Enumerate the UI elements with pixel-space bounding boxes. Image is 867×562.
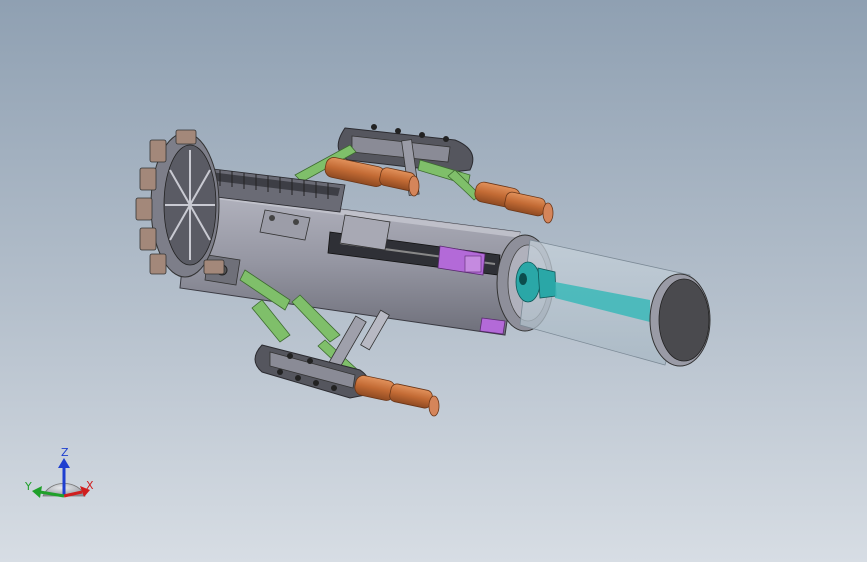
pipe-robot-assembly[interactable] [135, 124, 711, 417]
orientation-triad[interactable]: Z Y X [24, 446, 94, 498]
lower-track-module[interactable] [254, 344, 370, 399]
x-axis-label: X [86, 479, 94, 492]
y-axis-label: Y [24, 480, 32, 493]
cad-viewport[interactable]: Z Y X [0, 0, 867, 562]
upper-copper-actuator-right[interactable] [473, 181, 554, 224]
end-cap-disc[interactable] [649, 273, 711, 367]
z-axis-label: Z [61, 446, 69, 459]
lower-copper-actuator[interactable] [353, 374, 440, 417]
